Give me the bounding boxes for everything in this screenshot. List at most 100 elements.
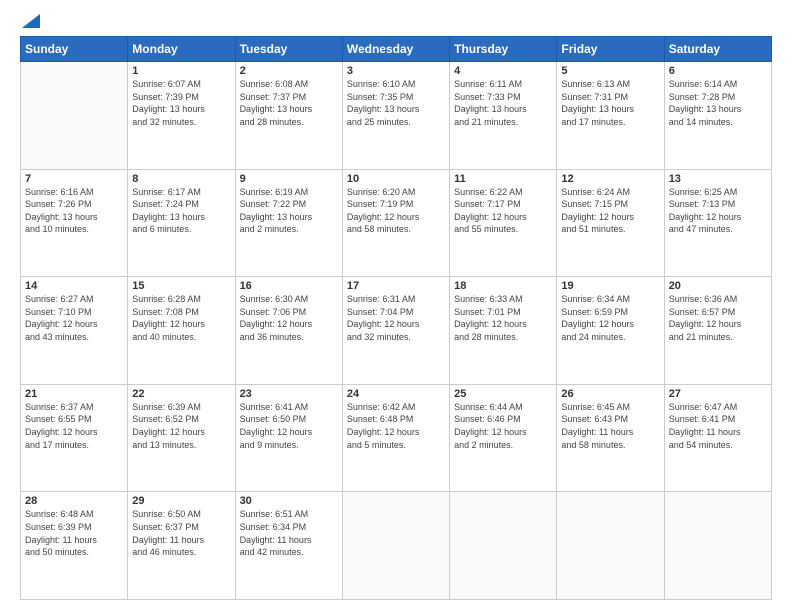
day-number: 25 (454, 388, 552, 400)
calendar-cell: 7Sunrise: 6:16 AM Sunset: 7:26 PM Daylig… (21, 169, 128, 277)
day-info: Sunrise: 6:25 AM Sunset: 7:13 PM Dayligh… (669, 186, 767, 236)
header (20, 16, 772, 28)
calendar-cell: 5Sunrise: 6:13 AM Sunset: 7:31 PM Daylig… (557, 62, 664, 170)
day-info: Sunrise: 6:41 AM Sunset: 6:50 PM Dayligh… (240, 401, 338, 451)
day-number: 14 (25, 280, 123, 292)
day-number: 8 (132, 173, 230, 185)
day-number: 23 (240, 388, 338, 400)
calendar-cell: 12Sunrise: 6:24 AM Sunset: 7:15 PM Dayli… (557, 169, 664, 277)
calendar-cell: 25Sunrise: 6:44 AM Sunset: 6:46 PM Dayli… (450, 384, 557, 492)
calendar-header-row: SundayMondayTuesdayWednesdayThursdayFrid… (21, 37, 772, 62)
day-info: Sunrise: 6:47 AM Sunset: 6:41 PM Dayligh… (669, 401, 767, 451)
calendar-cell: 27Sunrise: 6:47 AM Sunset: 6:41 PM Dayli… (664, 384, 771, 492)
calendar-cell: 9Sunrise: 6:19 AM Sunset: 7:22 PM Daylig… (235, 169, 342, 277)
day-number: 27 (669, 388, 767, 400)
day-number: 11 (454, 173, 552, 185)
weekday-header-saturday: Saturday (664, 37, 771, 62)
calendar-cell (342, 492, 449, 600)
day-info: Sunrise: 6:39 AM Sunset: 6:52 PM Dayligh… (132, 401, 230, 451)
calendar-week-5: 28Sunrise: 6:48 AM Sunset: 6:39 PM Dayli… (21, 492, 772, 600)
day-number: 28 (25, 495, 123, 507)
day-number: 5 (561, 65, 659, 77)
day-number: 21 (25, 388, 123, 400)
calendar-cell: 2Sunrise: 6:08 AM Sunset: 7:37 PM Daylig… (235, 62, 342, 170)
day-number: 18 (454, 280, 552, 292)
day-info: Sunrise: 6:27 AM Sunset: 7:10 PM Dayligh… (25, 293, 123, 343)
calendar-cell: 8Sunrise: 6:17 AM Sunset: 7:24 PM Daylig… (128, 169, 235, 277)
day-number: 4 (454, 65, 552, 77)
day-number: 10 (347, 173, 445, 185)
calendar-cell: 11Sunrise: 6:22 AM Sunset: 7:17 PM Dayli… (450, 169, 557, 277)
day-number: 30 (240, 495, 338, 507)
calendar-cell (450, 492, 557, 600)
calendar-cell: 24Sunrise: 6:42 AM Sunset: 6:48 PM Dayli… (342, 384, 449, 492)
day-number: 20 (669, 280, 767, 292)
day-info: Sunrise: 6:30 AM Sunset: 7:06 PM Dayligh… (240, 293, 338, 343)
day-info: Sunrise: 6:20 AM Sunset: 7:19 PM Dayligh… (347, 186, 445, 236)
logo-icon (22, 14, 40, 28)
calendar-cell: 3Sunrise: 6:10 AM Sunset: 7:35 PM Daylig… (342, 62, 449, 170)
day-number: 15 (132, 280, 230, 292)
calendar-cell: 4Sunrise: 6:11 AM Sunset: 7:33 PM Daylig… (450, 62, 557, 170)
day-number: 9 (240, 173, 338, 185)
day-number: 13 (669, 173, 767, 185)
day-number: 29 (132, 495, 230, 507)
day-info: Sunrise: 6:36 AM Sunset: 6:57 PM Dayligh… (669, 293, 767, 343)
day-info: Sunrise: 6:10 AM Sunset: 7:35 PM Dayligh… (347, 78, 445, 128)
weekday-header-thursday: Thursday (450, 37, 557, 62)
day-info: Sunrise: 6:37 AM Sunset: 6:55 PM Dayligh… (25, 401, 123, 451)
day-number: 3 (347, 65, 445, 77)
day-info: Sunrise: 6:45 AM Sunset: 6:43 PM Dayligh… (561, 401, 659, 451)
day-info: Sunrise: 6:13 AM Sunset: 7:31 PM Dayligh… (561, 78, 659, 128)
day-number: 22 (132, 388, 230, 400)
day-number: 7 (25, 173, 123, 185)
calendar-cell: 10Sunrise: 6:20 AM Sunset: 7:19 PM Dayli… (342, 169, 449, 277)
weekday-header-sunday: Sunday (21, 37, 128, 62)
day-info: Sunrise: 6:50 AM Sunset: 6:37 PM Dayligh… (132, 508, 230, 558)
day-info: Sunrise: 6:22 AM Sunset: 7:17 PM Dayligh… (454, 186, 552, 236)
weekday-header-friday: Friday (557, 37, 664, 62)
calendar-week-3: 14Sunrise: 6:27 AM Sunset: 7:10 PM Dayli… (21, 277, 772, 385)
day-info: Sunrise: 6:19 AM Sunset: 7:22 PM Dayligh… (240, 186, 338, 236)
calendar-table: SundayMondayTuesdayWednesdayThursdayFrid… (20, 36, 772, 600)
day-number: 2 (240, 65, 338, 77)
day-number: 19 (561, 280, 659, 292)
day-info: Sunrise: 6:24 AM Sunset: 7:15 PM Dayligh… (561, 186, 659, 236)
day-number: 16 (240, 280, 338, 292)
calendar-week-2: 7Sunrise: 6:16 AM Sunset: 7:26 PM Daylig… (21, 169, 772, 277)
day-info: Sunrise: 6:48 AM Sunset: 6:39 PM Dayligh… (25, 508, 123, 558)
calendar-cell: 14Sunrise: 6:27 AM Sunset: 7:10 PM Dayli… (21, 277, 128, 385)
day-info: Sunrise: 6:31 AM Sunset: 7:04 PM Dayligh… (347, 293, 445, 343)
day-info: Sunrise: 6:28 AM Sunset: 7:08 PM Dayligh… (132, 293, 230, 343)
day-number: 12 (561, 173, 659, 185)
weekday-header-monday: Monday (128, 37, 235, 62)
day-info: Sunrise: 6:44 AM Sunset: 6:46 PM Dayligh… (454, 401, 552, 451)
logo (20, 16, 40, 28)
calendar-week-1: 1Sunrise: 6:07 AM Sunset: 7:39 PM Daylig… (21, 62, 772, 170)
day-number: 1 (132, 65, 230, 77)
calendar-cell: 1Sunrise: 6:07 AM Sunset: 7:39 PM Daylig… (128, 62, 235, 170)
calendar-cell: 13Sunrise: 6:25 AM Sunset: 7:13 PM Dayli… (664, 169, 771, 277)
calendar-cell: 17Sunrise: 6:31 AM Sunset: 7:04 PM Dayli… (342, 277, 449, 385)
weekday-header-tuesday: Tuesday (235, 37, 342, 62)
day-number: 24 (347, 388, 445, 400)
calendar-cell: 29Sunrise: 6:50 AM Sunset: 6:37 PM Dayli… (128, 492, 235, 600)
day-info: Sunrise: 6:17 AM Sunset: 7:24 PM Dayligh… (132, 186, 230, 236)
day-number: 17 (347, 280, 445, 292)
calendar-cell (21, 62, 128, 170)
day-number: 26 (561, 388, 659, 400)
calendar-cell: 19Sunrise: 6:34 AM Sunset: 6:59 PM Dayli… (557, 277, 664, 385)
day-number: 6 (669, 65, 767, 77)
calendar-cell: 23Sunrise: 6:41 AM Sunset: 6:50 PM Dayli… (235, 384, 342, 492)
day-info: Sunrise: 6:34 AM Sunset: 6:59 PM Dayligh… (561, 293, 659, 343)
weekday-header-wednesday: Wednesday (342, 37, 449, 62)
day-info: Sunrise: 6:08 AM Sunset: 7:37 PM Dayligh… (240, 78, 338, 128)
calendar-cell: 6Sunrise: 6:14 AM Sunset: 7:28 PM Daylig… (664, 62, 771, 170)
calendar-cell: 22Sunrise: 6:39 AM Sunset: 6:52 PM Dayli… (128, 384, 235, 492)
day-info: Sunrise: 6:42 AM Sunset: 6:48 PM Dayligh… (347, 401, 445, 451)
calendar-week-4: 21Sunrise: 6:37 AM Sunset: 6:55 PM Dayli… (21, 384, 772, 492)
day-info: Sunrise: 6:14 AM Sunset: 7:28 PM Dayligh… (669, 78, 767, 128)
day-info: Sunrise: 6:07 AM Sunset: 7:39 PM Dayligh… (132, 78, 230, 128)
calendar-cell: 30Sunrise: 6:51 AM Sunset: 6:34 PM Dayli… (235, 492, 342, 600)
calendar-cell: 26Sunrise: 6:45 AM Sunset: 6:43 PM Dayli… (557, 384, 664, 492)
